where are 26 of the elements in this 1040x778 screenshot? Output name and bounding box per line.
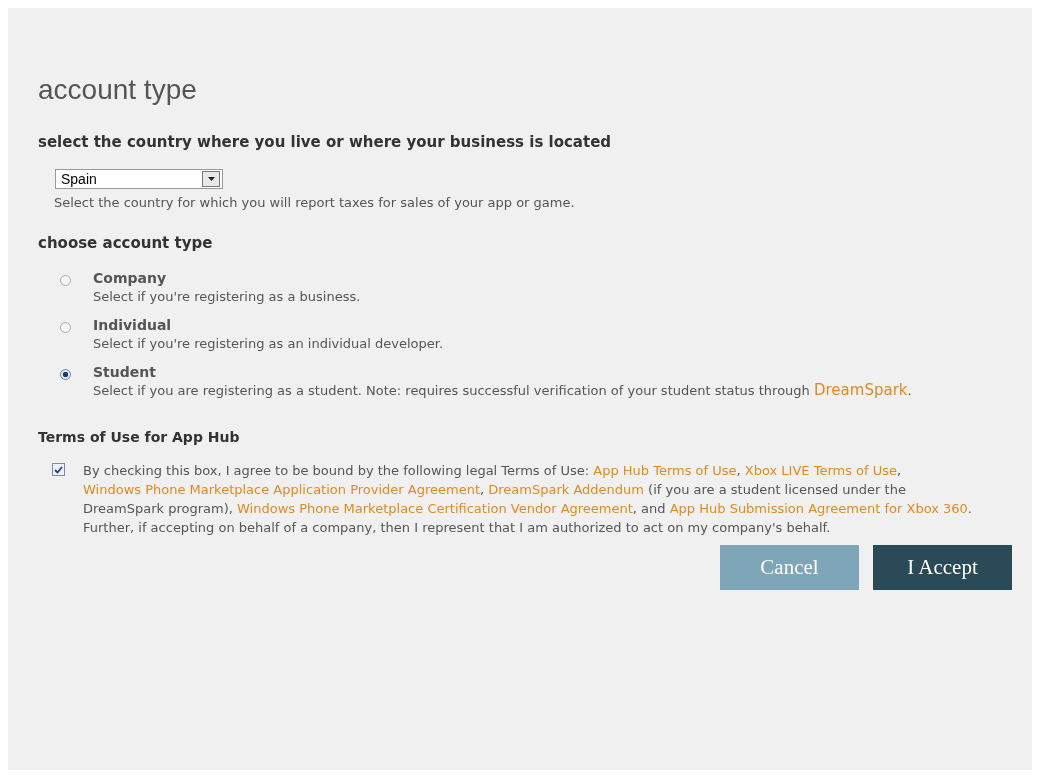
section-heading: select the country where you live or where your business is located xyxy=(38,133,613,151)
section-heading: choose account type xyxy=(38,234,214,252)
link[interactable]: DreamSpark xyxy=(814,381,908,399)
link[interactable]: App Hub Terms of Use xyxy=(593,463,737,478)
radio-button[interactable] xyxy=(60,322,71,333)
option-label: Student xyxy=(93,364,157,380)
link[interactable]: App Hub Submission Agreement for Xbox 360 xyxy=(669,501,968,516)
terms-text: By checking this box, I agree to be bound by the following legal Terms of Use: App Hub Terms of Use, Xbox LIVE Terms of Use, Windows Phone Marketplace Application Provider Agreement, DreamSpark Addendum (if you are a student licensed under the DreamSpark program), Windows Phone Marketplace Certification Vendor Agreement, and App Hub Submission Agreement for Xbox 360. Further, if accepting on behalf of a company, then I represent that I am authorized to act on my company's behalf. xyxy=(83,462,973,537)
link[interactable]: Xbox LIVE Terms of Use xyxy=(744,463,897,478)
link[interactable]: Windows Phone Marketplace Application Provider Agreement xyxy=(83,482,480,497)
option-description: Select if you're registering as an individual developer. xyxy=(93,335,445,352)
option-description: Select if you're registering as a business. xyxy=(93,288,362,305)
radio-button[interactable] xyxy=(60,369,71,380)
country-dropdown[interactable]: Spain xyxy=(55,169,223,189)
hint-text: Select the country for which you will report taxes for sales of your app or game. xyxy=(54,195,576,210)
section-heading: Terms of Use for App Hub xyxy=(38,429,241,445)
page-title: account type xyxy=(38,74,198,106)
radio-button[interactable] xyxy=(60,275,71,286)
option-label: Company xyxy=(93,270,168,286)
option-description: Select if you are registering as a student. Note: requires successful verification of your student status through DreamSpark. xyxy=(93,382,913,399)
link[interactable]: Windows Phone Marketplace Certification Vendor Agreement xyxy=(237,501,633,516)
checkbox[interactable] xyxy=(52,463,65,476)
cancel-button[interactable]: Cancel xyxy=(720,545,859,590)
link[interactable]: DreamSpark Addendum xyxy=(488,482,644,497)
accept-button[interactable]: I Accept xyxy=(873,545,1012,590)
option-label: Individual xyxy=(93,317,173,333)
